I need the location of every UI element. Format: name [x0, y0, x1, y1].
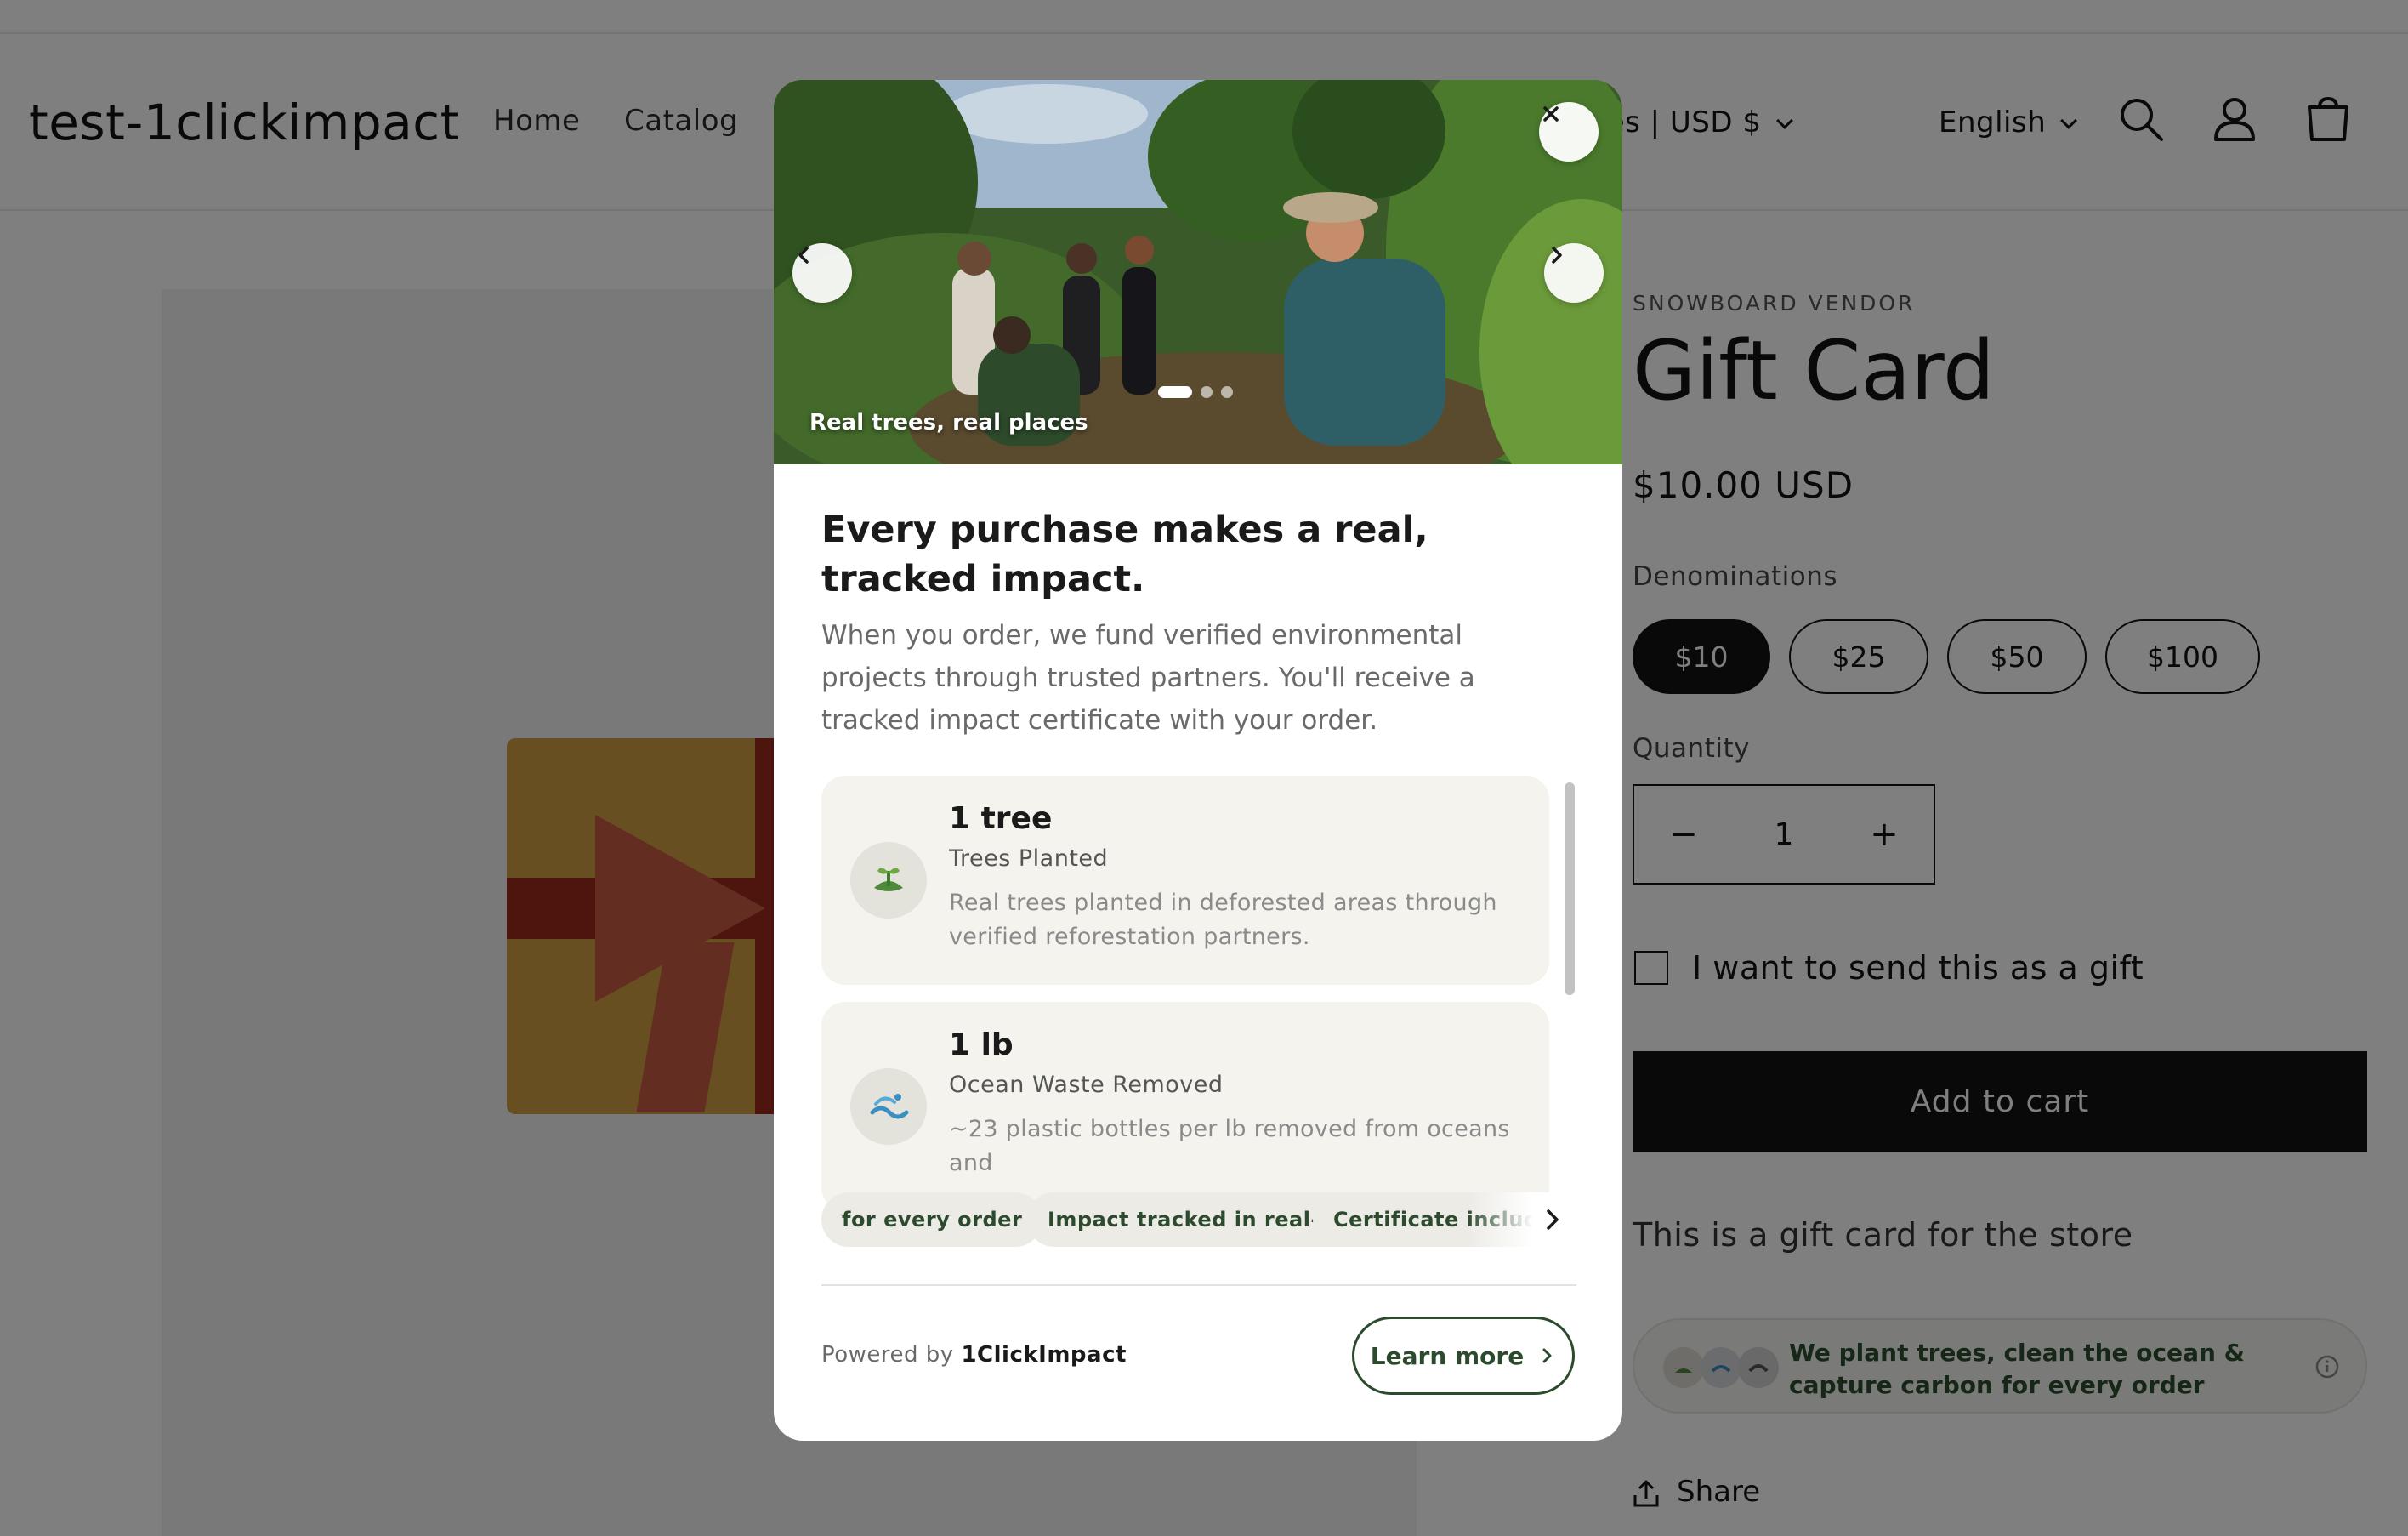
footer-divider	[821, 1284, 1576, 1286]
impact-label: Trees Planted	[949, 845, 1109, 872]
impact-modal: Real trees, real places Every purchase m…	[774, 80, 1622, 1441]
modal-heading: Every purchase makes a real, tracked imp…	[821, 509, 1428, 600]
impact-list[interactable]: 1 tree Trees Planted Real trees planted …	[821, 776, 1576, 1238]
powered-by-brand: 1ClickImpact	[961, 1342, 1127, 1368]
impact-icon-circle	[850, 1068, 927, 1145]
wave-icon	[870, 1094, 909, 1119]
learn-more-label: Learn more	[1370, 1341, 1525, 1370]
hero-photo	[774, 80, 1622, 464]
carousel-next-button[interactable]	[1544, 243, 1604, 303]
sprout-icon	[874, 868, 903, 891]
impact-card-ocean: 1 lb Ocean Waste Removed ~23 plastic bot…	[821, 1002, 1549, 1211]
chevron-right-icon	[1542, 1348, 1552, 1363]
impact-description: Real trees planted in deforested areas t…	[949, 890, 1497, 950]
learn-more-button[interactable]: Learn more	[1352, 1317, 1575, 1395]
impact-description: ~23 plastic bottles per lb removed from …	[949, 1116, 1510, 1176]
chevron-left-icon	[798, 247, 809, 264]
carousel-prev-button[interactable]	[792, 243, 852, 303]
hero-carousel: Real trees, real places	[774, 80, 1622, 464]
impact-value: 1 lb	[949, 1027, 1014, 1062]
impact-card-trees: 1 tree Trees Planted Real trees planted …	[821, 776, 1549, 985]
carousel-dot-active[interactable]	[1158, 386, 1192, 398]
carousel-dots	[1158, 386, 1233, 398]
modal-subtext: When you order, we fund verified environ…	[821, 620, 1475, 736]
chip-every-order: for every order	[821, 1192, 1043, 1247]
carousel-dot[interactable]	[1201, 386, 1213, 398]
hero-caption: Real trees, real places	[809, 410, 1088, 435]
carousel-dot[interactable]	[1221, 386, 1233, 398]
impact-value: 1 tree	[949, 801, 1053, 836]
feature-chips: for every order Impact tracked in real-t…	[821, 1192, 1561, 1249]
powered-by-prefix: Powered by	[821, 1342, 954, 1368]
modal-close-button[interactable]	[1539, 102, 1599, 162]
powered-by: Powered by 1ClickImpact	[821, 1342, 1127, 1368]
impact-label: Ocean Waste Removed	[949, 1072, 1224, 1098]
scrollbar-thumb[interactable]	[1565, 782, 1575, 995]
chevron-right-icon	[1552, 247, 1562, 264]
close-icon	[1543, 106, 1559, 122]
impact-icon-circle	[850, 842, 927, 919]
chevron-right-icon[interactable]	[1537, 1204, 1568, 1235]
